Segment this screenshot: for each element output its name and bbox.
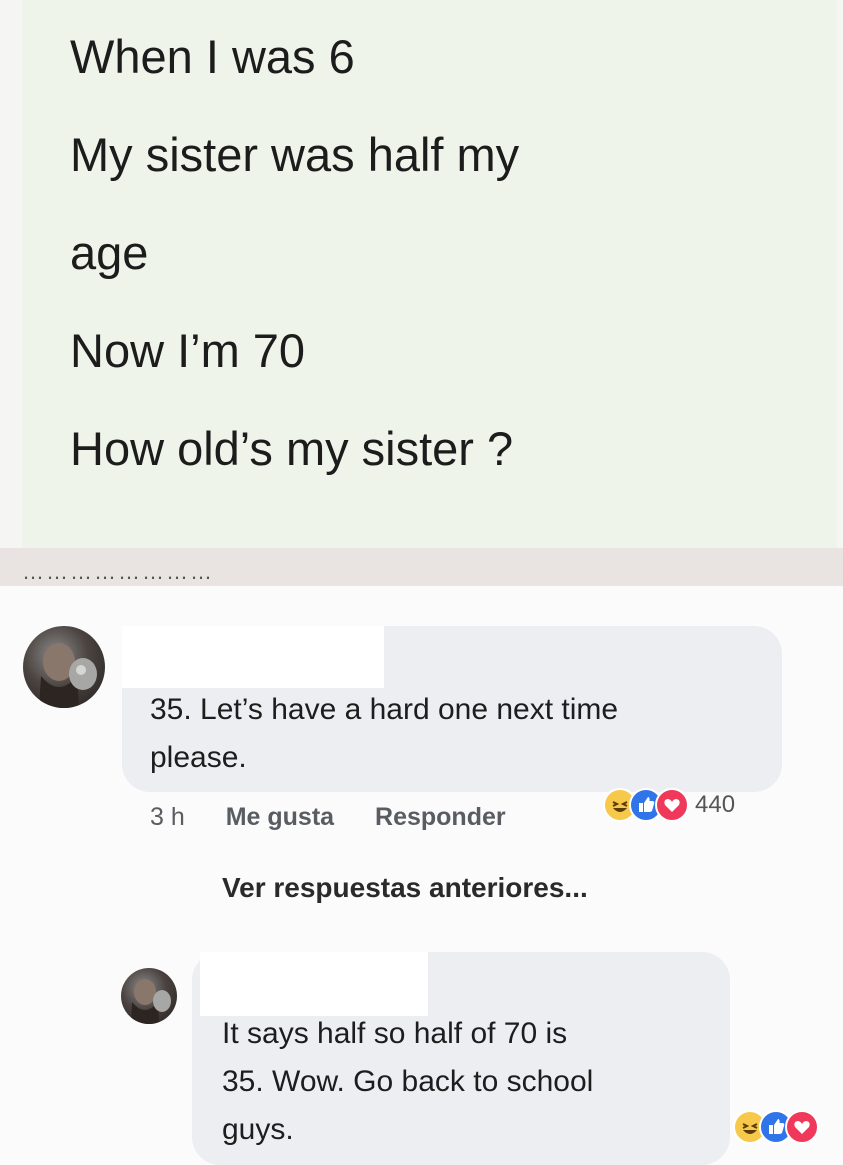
cropped-section-header: …………………… — [22, 566, 290, 582]
comment-2-line-1: It says half so half of 70 is — [222, 1017, 568, 1050]
cropped-header-text: …………………… — [22, 566, 214, 582]
reaction-count: 440 — [695, 791, 736, 818]
redacted-name-1 — [122, 626, 384, 688]
post-line-1: When I was 6 — [70, 30, 355, 83]
love-icon — [655, 788, 689, 822]
post-line-4: Now I’m 70 — [70, 324, 306, 377]
profile-photo-icon — [39, 643, 97, 708]
comment-text-2: It says half so half of 70 is 35. Wow. G… — [222, 1010, 722, 1154]
view-previous-replies-link[interactable]: Ver respuestas anteriores... — [222, 872, 588, 904]
profile-photo-icon — [131, 979, 171, 1024]
love-icon — [785, 1110, 819, 1144]
post-line-2: My sister was half my — [70, 128, 520, 181]
commenter-avatar-2[interactable] — [121, 968, 177, 1024]
meme-post-card: When I was 6 My sister was half my age N… — [22, 0, 837, 548]
comment-2-line-3: guys. — [222, 1113, 294, 1146]
reaction-summary-1[interactable]: 440 — [603, 788, 735, 822]
reply-link[interactable]: Responder — [375, 803, 506, 831]
commenter-avatar-1[interactable] — [23, 626, 105, 708]
post-line-5: How old’s my sister ? — [70, 422, 514, 475]
comment-1-line-2: please. — [150, 741, 247, 774]
comment-actions-1: 3 h Me gusta Responder — [150, 803, 540, 832]
comment-text-1: 35. Let’s have a hard one next time plea… — [150, 686, 770, 782]
reaction-summary-2[interactable] — [733, 1110, 819, 1144]
redacted-name-2 — [200, 952, 428, 1016]
comment-2-line-2: 35. Wow. Go back to school — [222, 1065, 594, 1098]
comment-time: 3 h — [150, 803, 185, 831]
like-link[interactable]: Me gusta — [226, 803, 334, 831]
post-line-3: age — [70, 226, 149, 279]
comment-1-line-1: 35. Let’s have a hard one next time — [150, 693, 619, 726]
meme-post-text: When I was 6 My sister was half my age N… — [70, 8, 810, 498]
